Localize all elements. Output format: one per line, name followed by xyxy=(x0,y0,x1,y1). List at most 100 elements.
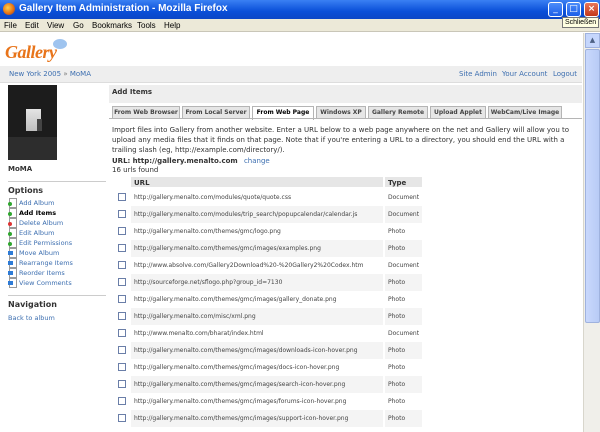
menu-view[interactable]: View xyxy=(47,21,64,30)
row-url: http://gallery.menalto.com/themes/gmc/im… xyxy=(131,240,383,257)
scroll-up-arrow-icon[interactable]: ▲ xyxy=(585,33,600,48)
row-url: http://gallery.menalto.com/modules/quote… xyxy=(134,194,292,201)
table-row: http://sourceforge.net/sflogo.php?group_… xyxy=(115,274,532,291)
logo-text: Gallery xyxy=(5,42,57,62)
close-button[interactable]: × xyxy=(584,2,599,17)
reorder-items-icon xyxy=(8,268,17,278)
menu-edit[interactable]: Edit xyxy=(25,21,39,30)
vertical-scrollbar[interactable]: ▲ xyxy=(583,33,600,432)
row-checkbox[interactable] xyxy=(118,380,126,388)
gallery-logo[interactable]: Gallery xyxy=(5,39,69,65)
table-row: http://gallery.menalto.com/modules/trip_… xyxy=(115,206,532,223)
row-url: http://www.absolve.com/Gallery2Download%… xyxy=(134,262,364,269)
url-value: http://gallery.menalto.com xyxy=(132,157,238,165)
row-type: Photo xyxy=(388,296,406,303)
menu-go[interactable]: Go xyxy=(73,21,84,30)
album-thumbnail[interactable] xyxy=(8,85,57,160)
add-items-icon xyxy=(8,208,17,218)
row-checkbox[interactable] xyxy=(118,278,126,286)
row-checkbox[interactable] xyxy=(118,329,126,337)
sidebar-item-view-comments[interactable]: View Comments xyxy=(8,278,72,288)
row-type: Photo xyxy=(385,274,422,291)
row-type: Photo xyxy=(385,342,422,359)
row-checkbox[interactable] xyxy=(118,193,126,201)
close-tooltip: Schließen xyxy=(562,17,600,28)
menu-help[interactable]: Help xyxy=(164,21,180,30)
menu-bar: File Edit View Go Bookmarks Tools Help xyxy=(0,19,600,32)
row-url: http://gallery.menalto.com/themes/gmc/im… xyxy=(131,342,383,359)
sidebar-divider xyxy=(8,295,106,296)
sidebar-item-reorder-items[interactable]: Reorder Items xyxy=(8,268,65,278)
column-url: URL xyxy=(131,177,383,187)
row-url: http://gallery.menalto.com/themes/gmc/im… xyxy=(131,376,383,393)
options-heading: Options xyxy=(8,186,44,195)
page-title: Add Items xyxy=(109,85,582,103)
menu-file[interactable]: File xyxy=(4,21,17,30)
sidebar-item-add-items[interactable]: Add Items xyxy=(8,208,56,218)
sidebar-item-move-album[interactable]: Move Album xyxy=(8,248,59,258)
navigation-heading: Navigation xyxy=(8,300,57,309)
table-row: http://gallery.menalto.com/themes/gmc/im… xyxy=(115,393,532,410)
row-type: Photo xyxy=(385,410,422,427)
row-checkbox[interactable] xyxy=(118,312,126,320)
site-admin-link[interactable]: Site Admin xyxy=(459,70,497,78)
breadcrumb: New York 2005 » MoMA xyxy=(9,70,91,78)
logout-link[interactable]: Logout xyxy=(553,70,577,78)
breadcrumb-parent[interactable]: New York 2005 xyxy=(9,70,61,78)
album-name: MoMA xyxy=(8,165,33,173)
delete-album-icon xyxy=(8,218,17,228)
sidebar-item-add-album[interactable]: Add Album xyxy=(8,198,54,208)
row-checkbox[interactable] xyxy=(118,397,126,405)
table-row: http://gallery.menalto.com/themes/gmc/im… xyxy=(115,240,532,257)
row-url: http://gallery.menalto.com/misc/xml.png xyxy=(131,308,383,325)
row-type: Photo xyxy=(388,228,406,235)
row-url: http://gallery.menalto.com/themes/gmc/im… xyxy=(134,364,340,371)
row-type: Photo xyxy=(385,240,422,257)
table-row: http://gallery.menalto.com/modules/quote… xyxy=(115,189,532,206)
your-account-link[interactable]: Your Account xyxy=(502,70,547,78)
minimize-button[interactable]: _ xyxy=(548,2,563,17)
edit-permissions-icon xyxy=(8,238,17,248)
row-url: http://www.menalto.com/bharat/index.html xyxy=(134,330,264,337)
breadcrumb-separator: » xyxy=(63,70,68,78)
view-comments-icon xyxy=(8,278,17,288)
scrollbar-thumb[interactable] xyxy=(585,49,600,323)
sidebar-item-delete-album[interactable]: Delete Album xyxy=(8,218,63,228)
row-type: Photo xyxy=(385,308,422,325)
row-checkbox[interactable] xyxy=(118,363,126,371)
breadcrumb-current[interactable]: MoMA xyxy=(70,70,91,78)
row-url: http://gallery.menalto.com/themes/gmc/im… xyxy=(131,410,383,427)
sidebar-item-edit-album[interactable]: Edit Album xyxy=(8,228,54,238)
table-row: http://gallery.menalto.com/themes/gmc/lo… xyxy=(115,223,532,240)
change-url-link[interactable]: change xyxy=(244,157,270,165)
table-row: http://gallery.menalto.com/misc/xml.png P… xyxy=(115,308,532,325)
table-row: http://gallery.menalto.com/themes/gmc/im… xyxy=(115,376,532,393)
menu-bookmarks[interactable]: Bookmarks xyxy=(92,21,132,30)
row-checkbox[interactable] xyxy=(118,261,126,269)
row-checkbox[interactable] xyxy=(118,295,126,303)
back-to-album-link[interactable]: Back to album xyxy=(8,314,55,324)
table-row: http://www.menalto.com/bharat/index.html… xyxy=(115,325,532,342)
maximize-button[interactable]: □ xyxy=(566,2,581,17)
sidebar-item-edit-permissions[interactable]: Edit Permissions xyxy=(8,238,72,248)
url-line: URL: http://gallery.menalto.com change xyxy=(112,157,270,165)
row-url: http://gallery.menalto.com/themes/gmc/lo… xyxy=(134,228,281,235)
url-label: URL: xyxy=(112,157,131,165)
table-row: http://gallery.menalto.com/themes/gmc/im… xyxy=(115,342,532,359)
row-type: Document xyxy=(388,330,420,337)
window-title-bar: Gallery Item Administration - Mozilla Fi… xyxy=(0,0,600,19)
tab-divider xyxy=(109,118,582,119)
row-checkbox[interactable] xyxy=(118,346,126,354)
table-row: http://gallery.menalto.com/themes/gmc/im… xyxy=(115,291,532,308)
menu-tools[interactable]: Tools xyxy=(137,21,156,30)
table-row: http://gallery.menalto.com/themes/gmc/im… xyxy=(115,359,532,376)
row-checkbox[interactable] xyxy=(118,210,126,218)
row-checkbox[interactable] xyxy=(118,414,126,422)
breadcrumb-bar: New York 2005 » MoMA Site Admin Your Acc… xyxy=(0,66,582,83)
sidebar-item-rearrange-items[interactable]: Rearrange Items xyxy=(8,258,73,268)
row-type: Photo xyxy=(385,376,422,393)
row-checkbox[interactable] xyxy=(118,244,126,252)
sidebar-divider xyxy=(8,181,106,182)
row-type: Document xyxy=(385,206,422,223)
row-checkbox[interactable] xyxy=(118,227,126,235)
